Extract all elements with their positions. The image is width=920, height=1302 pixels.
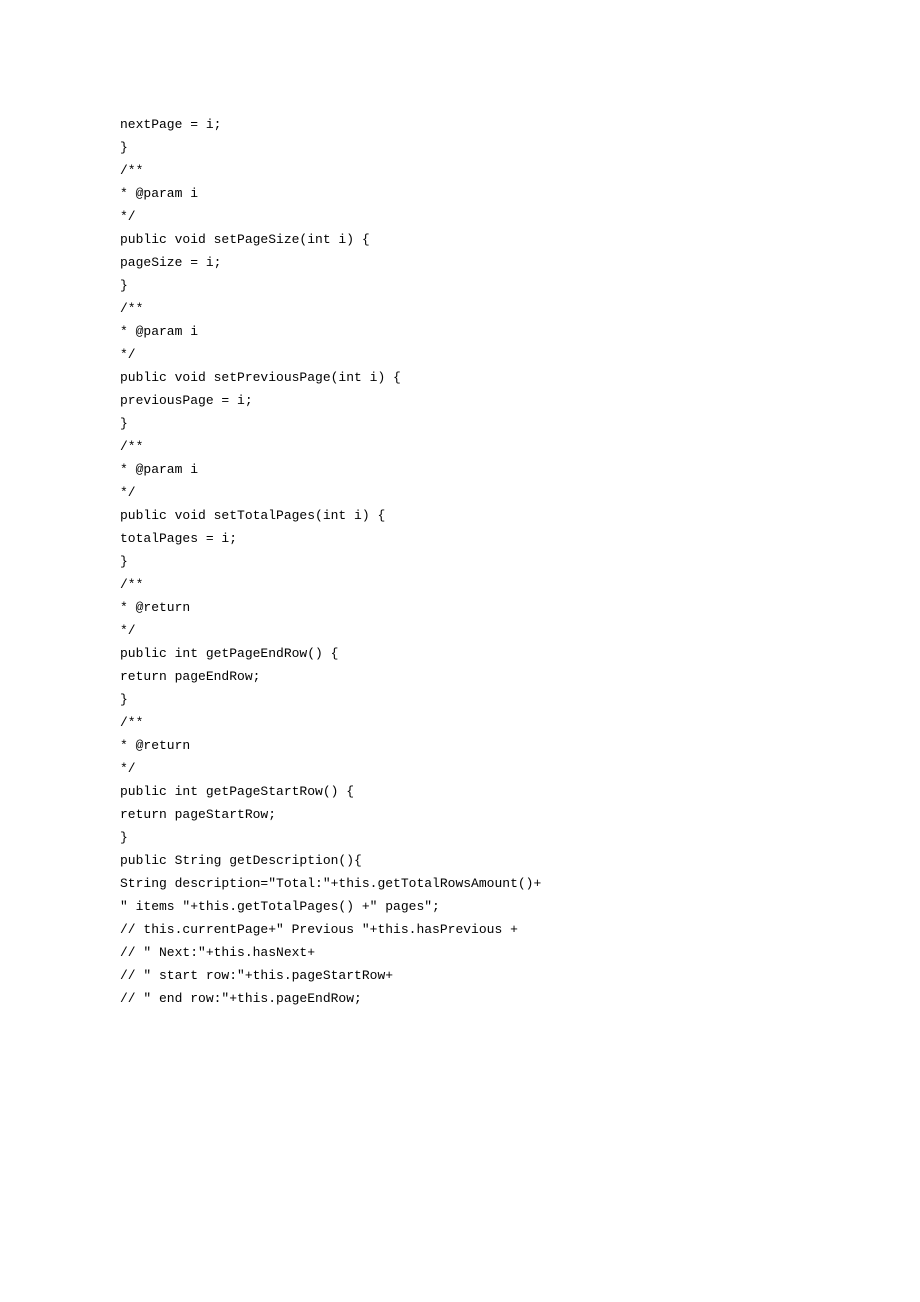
code-line: String description="Total:"+this.getTota… [120, 872, 920, 895]
code-line: public int getPageStartRow() { [120, 780, 920, 803]
code-line: return pageEndRow; [120, 665, 920, 688]
code-line: /** [120, 711, 920, 734]
code-line: */ [120, 343, 920, 366]
code-line: totalPages = i; [120, 527, 920, 550]
code-line: * @return [120, 596, 920, 619]
code-line: /** [120, 297, 920, 320]
code-block: nextPage = i; } /** * @param i */ public… [0, 0, 920, 1010]
code-line: " items "+this.getTotalPages() +" pages"… [120, 895, 920, 918]
code-line: } [120, 550, 920, 573]
code-line: pageSize = i; [120, 251, 920, 274]
code-line: * @param i [120, 458, 920, 481]
code-line: public String getDescription(){ [120, 849, 920, 872]
code-line: // this.currentPage+" Previous "+this.ha… [120, 918, 920, 941]
code-line: previousPage = i; [120, 389, 920, 412]
code-line: } [120, 136, 920, 159]
code-line: public void setPreviousPage(int i) { [120, 366, 920, 389]
code-line: return pageStartRow; [120, 803, 920, 826]
code-line: } [120, 274, 920, 297]
code-line: public void setPageSize(int i) { [120, 228, 920, 251]
code-line: } [120, 688, 920, 711]
code-line: */ [120, 205, 920, 228]
code-line: // " Next:"+this.hasNext+ [120, 941, 920, 964]
code-line: } [120, 412, 920, 435]
code-line: // " end row:"+this.pageEndRow; [120, 987, 920, 1010]
code-line: */ [120, 757, 920, 780]
code-line: /** [120, 435, 920, 458]
code-line: * @param i [120, 320, 920, 343]
code-line: // " start row:"+this.pageStartRow+ [120, 964, 920, 987]
code-line: * @param i [120, 182, 920, 205]
code-line: /** [120, 159, 920, 182]
code-line: nextPage = i; [120, 113, 920, 136]
code-line: */ [120, 619, 920, 642]
code-line: public void setTotalPages(int i) { [120, 504, 920, 527]
code-line: } [120, 826, 920, 849]
code-line: * @return [120, 734, 920, 757]
code-line: */ [120, 481, 920, 504]
code-line: public int getPageEndRow() { [120, 642, 920, 665]
code-line: /** [120, 573, 920, 596]
